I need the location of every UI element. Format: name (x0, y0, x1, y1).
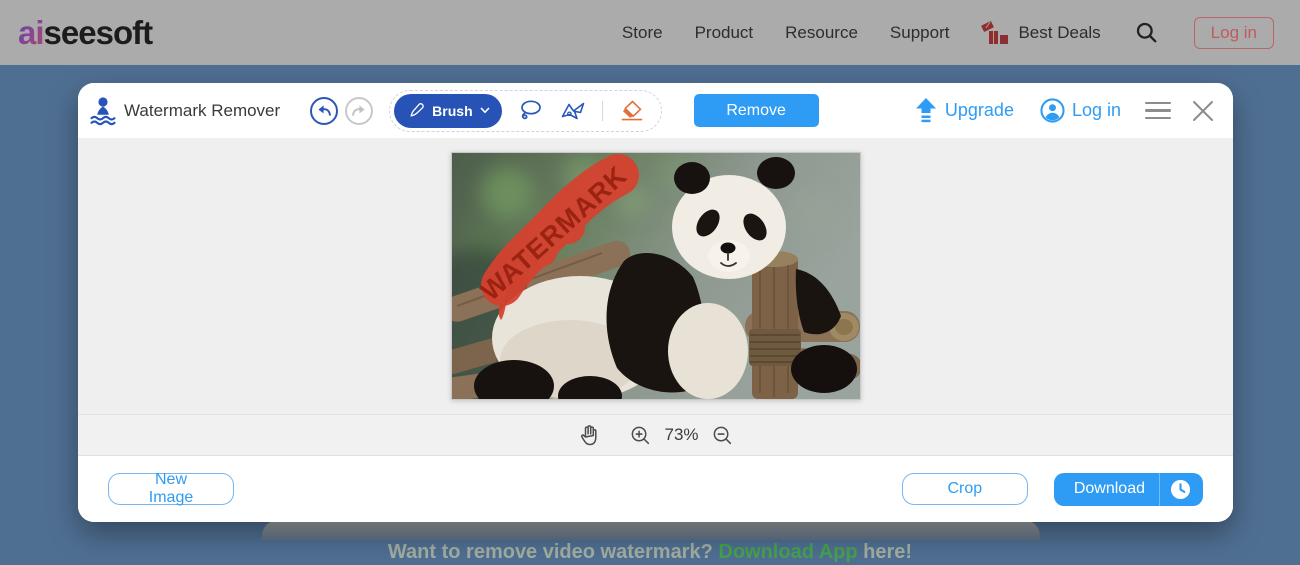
user-icon (1040, 98, 1065, 123)
download-label: Download (1073, 480, 1145, 497)
panda-photo: WATERMARK (396, 153, 862, 428)
clock-icon (1159, 472, 1203, 506)
modal-login-label: Log in (1071, 100, 1121, 120)
lasso-tool-icon[interactable] (517, 98, 544, 124)
promo-download-app-link[interactable]: Download App (718, 541, 857, 563)
menu-icon[interactable] (1143, 98, 1173, 124)
brush-tool-button[interactable]: Brush (394, 93, 502, 128)
crop-button[interactable]: Crop (901, 473, 1028, 505)
top-nav: Store Product Resource Support Best Deal… (622, 16, 1274, 49)
polygon-lasso-tool-icon[interactable] (559, 99, 587, 123)
upgrade-button[interactable]: Upgrade (914, 97, 1014, 124)
site-login-button[interactable]: Log in (1193, 16, 1274, 49)
zoom-out-icon[interactable] (712, 425, 733, 446)
promo-text: Want to remove video watermark? Download… (0, 541, 1300, 564)
aiseesoft-logo[interactable]: aiseesoft (18, 13, 154, 52)
undo-icon (315, 102, 333, 120)
logo-accent-text: ai (18, 13, 45, 51)
remove-button[interactable]: Remove (693, 94, 819, 127)
nav-item-store[interactable]: Store (622, 23, 663, 43)
nav-item-product[interactable]: Product (695, 23, 754, 43)
gift-icon (981, 20, 1011, 46)
top-site-bar: aiseesoft Store Product Resource Support… (0, 0, 1300, 65)
toolbar-divider (601, 100, 603, 121)
upgrade-icon (914, 97, 938, 124)
nav-item-resource[interactable]: Resource (785, 23, 858, 43)
redo-icon (350, 102, 368, 120)
modal-login-button[interactable]: Log in (1040, 98, 1121, 123)
watermark-remover-modal: Watermark Remover Brush Remove Upgrade L… (78, 83, 1233, 522)
nav-item-support[interactable]: Support (890, 23, 950, 43)
modal-header-right: Upgrade Log in (914, 97, 1217, 125)
modal-header: Watermark Remover Brush Remove Upgrade L… (78, 83, 1233, 138)
upgrade-label: Upgrade (944, 100, 1014, 120)
selection-tool-group: Brush (389, 89, 662, 132)
best-deals-label: Best Deals (1018, 22, 1101, 42)
canvas-image[interactable]: WATERMARK (396, 152, 862, 428)
background-panel-edge (262, 520, 1040, 540)
redo-button[interactable] (345, 96, 374, 125)
eraser-tool-icon[interactable] (618, 99, 645, 122)
zoom-toolbar: 73% (78, 414, 1233, 456)
chevron-down-icon (480, 107, 490, 114)
promo-suffix: here! (857, 541, 913, 563)
editor-canvas-area: WATERMARK (78, 138, 1233, 428)
brush-label: Brush (432, 102, 473, 119)
hand-pan-icon[interactable] (578, 424, 598, 446)
new-image-button[interactable]: New Image (108, 471, 234, 506)
brush-icon (408, 102, 425, 119)
modal-footer: New Image Crop Download (78, 456, 1233, 522)
promo-prefix: Want to remove video watermark? (387, 541, 719, 563)
nav-item-best-deals[interactable]: Best Deals (981, 20, 1101, 46)
logo-rest-text: seesoft (43, 13, 154, 51)
zoom-level: 73% (664, 425, 699, 444)
search-icon[interactable] (1135, 21, 1158, 44)
zoom-in-icon[interactable] (630, 425, 651, 446)
watermark-remover-logo-icon (90, 96, 116, 126)
download-button[interactable]: Download (1053, 472, 1203, 506)
undo-button[interactable] (310, 96, 339, 125)
modal-title: Watermark Remover (124, 100, 281, 120)
close-icon[interactable] (1189, 97, 1217, 125)
